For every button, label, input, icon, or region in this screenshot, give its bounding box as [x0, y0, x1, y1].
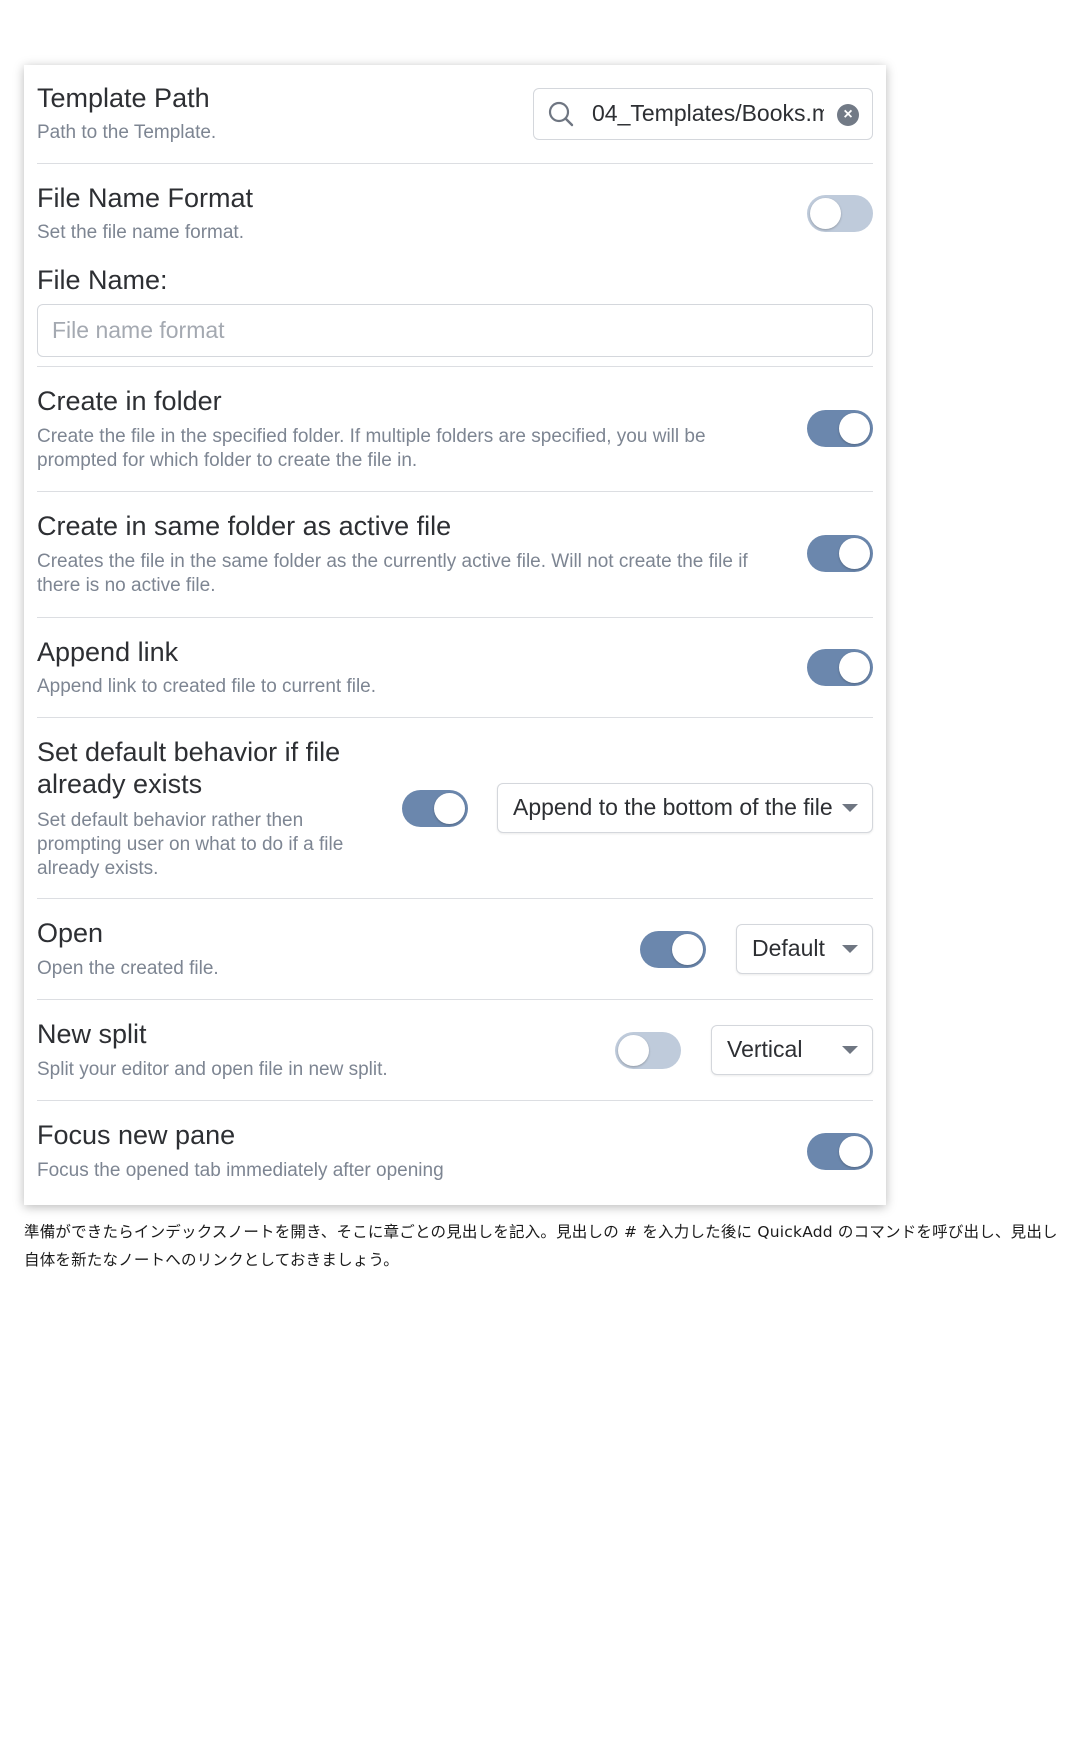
toggle-knob — [839, 652, 870, 683]
setting-default-behavior: Set default behavior if file already exi… — [37, 718, 873, 899]
setting-description: Open the created file. — [37, 958, 219, 979]
setting-title: Set default behavior if file already exi… — [37, 737, 341, 800]
setting-description: Split your editor and open file in new s… — [37, 1059, 388, 1080]
toggle-knob — [672, 934, 703, 965]
focus-new-pane-toggle[interactable] — [807, 1133, 873, 1170]
file-name-label: File Name: — [37, 265, 168, 295]
chevron-down-icon — [842, 1046, 858, 1054]
default-behavior-toggle[interactable] — [402, 790, 468, 827]
chevron-down-icon — [842, 804, 858, 812]
setting-title: File Name Format — [37, 183, 254, 213]
setting-description: Path to the Template. — [37, 122, 217, 143]
setting-title: New split — [37, 1019, 147, 1049]
toggle-knob — [434, 793, 465, 824]
select-value: Default — [752, 935, 825, 961]
setting-title: Open — [37, 918, 104, 948]
setting-description: Set the file name format. — [37, 222, 244, 243]
setting-title: Create in folder — [37, 386, 222, 416]
new-split-toggle[interactable] — [615, 1032, 681, 1069]
setting-file-name-format: File Name Format Set the file name forma… — [37, 164, 873, 367]
append-link-toggle[interactable] — [807, 649, 873, 686]
open-mode-select[interactable]: Default — [736, 924, 873, 974]
toggle-knob — [839, 413, 870, 444]
file-name-format-toggle[interactable] — [807, 195, 873, 232]
split-direction-select[interactable]: Vertical — [711, 1025, 873, 1075]
select-value: Append to the bottom of the file — [513, 794, 833, 820]
setting-description: Create the file in the specified folder.… — [37, 426, 706, 471]
create-same-folder-toggle[interactable] — [807, 535, 873, 572]
setting-description: Set default behavior rather then prompti… — [37, 810, 344, 879]
setting-title: Create in same folder as active file — [37, 511, 452, 541]
template-path-input[interactable] — [592, 89, 824, 138]
file-name-format-input[interactable] — [37, 304, 873, 357]
toggle-knob — [839, 538, 870, 569]
setting-title: Append link — [37, 637, 179, 667]
create-in-folder-toggle[interactable] — [807, 410, 873, 447]
toggle-knob — [839, 1136, 870, 1167]
clear-icon[interactable]: × — [837, 104, 859, 126]
setting-title: Template Path — [37, 83, 210, 113]
toggle-knob — [810, 198, 841, 229]
article-caption: 準備ができたらインデックスノートを開き、そこに章ごとの見出しを記入。見出しの #… — [24, 1223, 1058, 1269]
setting-create-same-folder: Create in same folder as active file Cre… — [37, 492, 873, 618]
setting-new-split: New split Split your editor and open fil… — [37, 1000, 873, 1101]
setting-create-in-folder: Create in folder Create the file in the … — [37, 367, 873, 492]
toggle-knob — [618, 1035, 649, 1066]
page: Template Path Path to the Template. × Fi… — [0, 0, 1066, 1758]
chevron-down-icon — [842, 945, 858, 953]
setting-description: Focus the opened tab immediately after o… — [37, 1160, 444, 1181]
setting-append-link: Append link Append link to created file … — [37, 618, 873, 718]
search-icon — [548, 101, 574, 127]
open-toggle[interactable] — [640, 931, 706, 968]
template-path-search[interactable]: × — [533, 88, 873, 140]
quickadd-template-settings-panel: Template Path Path to the Template. × Fi… — [24, 65, 886, 1205]
setting-description: Append link to created file to current f… — [37, 676, 377, 697]
select-value: Vertical — [727, 1036, 803, 1062]
default-behavior-select[interactable]: Append to the bottom of the file — [497, 783, 873, 833]
setting-open: Open Open the created file. Default — [37, 899, 873, 1000]
setting-description: Creates the file in the same folder as t… — [37, 551, 748, 596]
setting-focus-new-pane: Focus new pane Focus the opened tab imme… — [37, 1101, 873, 1201]
setting-template-path: Template Path Path to the Template. × — [37, 65, 873, 164]
setting-title: Focus new pane — [37, 1120, 236, 1150]
